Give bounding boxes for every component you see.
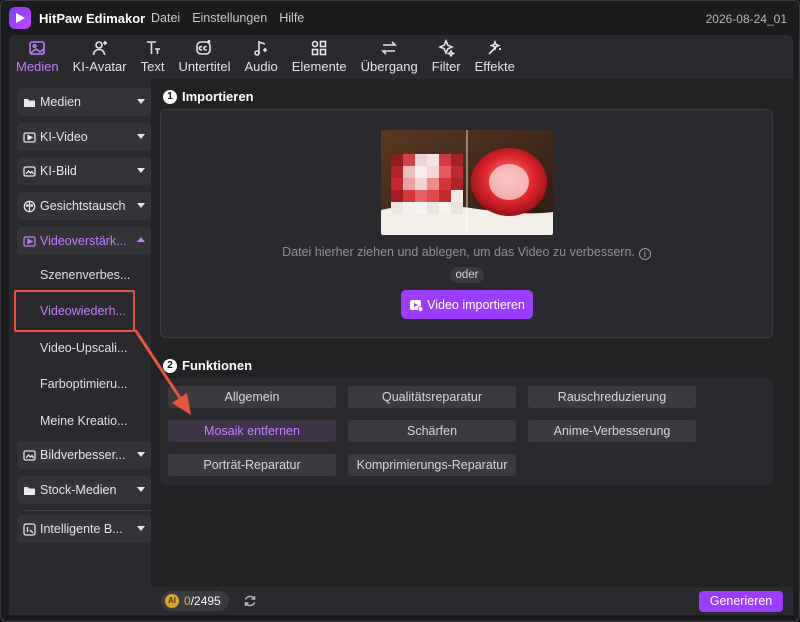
video-enhance-icon [23,235,36,247]
function-anime-enhance[interactable]: Anime-Verbesserung [528,420,696,442]
sidebar-item-video-enhancer[interactable]: Videoverstärk... [17,227,152,255]
face-swap-icon [23,200,36,212]
menu-help[interactable]: Hilfe [279,11,304,25]
sidebar-item-stock-media[interactable]: Stock-Medien [17,476,152,504]
title-bar: HitPaw Edimakor Datei Einstellungen Hilf… [1,1,799,35]
chevron-up-icon [137,237,145,242]
tab-transition[interactable]: Übergang [354,35,425,79]
step-badge: 2 [163,358,177,373]
subtitle-icon [196,40,212,55]
import-video-icon [410,299,424,312]
ai-image-icon [23,165,36,177]
text-icon [146,41,160,54]
main-toolbar: Medien KI-Avatar Text Untertitel Audio E… [9,35,793,79]
sidebar-item-media[interactable]: Medien [17,88,152,116]
function-mosaic-removal[interactable]: Mosaik entfernen [168,420,336,442]
tab-elements[interactable]: Elemente [285,35,354,79]
menu-file[interactable]: Datei [151,11,180,25]
tab-ai-avatar[interactable]: KI-Avatar [66,35,134,79]
audio-icon [254,40,268,56]
import-video-button[interactable]: Video importieren [401,290,533,319]
drop-hint: Datei hierher ziehen und ablegen, um das… [161,245,772,260]
function-quality-repair[interactable]: Qualitätsreparatur [348,386,516,408]
sidebar-sub-scene-enhance[interactable]: Szenenverbes... [40,268,130,282]
filter-icon [438,39,456,57]
function-general[interactable]: Allgemein [168,386,336,408]
chevron-down-icon [137,526,145,531]
menu-settings[interactable]: Einstellungen [192,11,267,25]
tab-audio[interactable]: Audio [237,35,284,79]
project-name: 2026-08-24_01 [705,12,787,26]
refresh-icon[interactable] [243,594,257,608]
step-badge: 1 [163,89,177,104]
function-compression-repair[interactable]: Komprimierungs-Reparatur [348,454,516,476]
smart-cutout-icon [23,522,36,536]
preview-image [381,130,553,235]
bottom-bar: AI 0/2495 Generieren [151,587,793,615]
or-label: oder [450,267,484,283]
chevron-down-icon [137,99,145,104]
sidebar-sub-my-creations[interactable]: Meine Kreatio... [40,414,128,428]
functions-panel: Allgemein Qualitätsreparatur Rauschreduz… [160,378,773,485]
ai-video-icon [23,131,36,143]
chevron-down-icon [137,203,145,208]
functions-section-title: 2 Funktionen [163,358,252,373]
sidebar-item-ai-image[interactable]: KI-Bild [17,157,152,185]
tab-effects[interactable]: Effekte [468,35,522,79]
sidebar-sub-color-optimize[interactable]: Farboptimieru... [40,377,128,391]
sidebar-item-image-enhancer[interactable]: Bildverbesser... [17,441,152,469]
sidebar-item-smart-cutout[interactable]: Intelligente B... [17,515,152,543]
import-dropzone[interactable]: Datei hierher ziehen und ablegen, um das… [160,109,773,338]
sidebar-item-face-swap[interactable]: Gesichtstausch [17,192,152,220]
tab-filter[interactable]: Filter [425,35,468,79]
tab-media[interactable]: Medien [9,35,66,79]
chevron-down-icon [137,168,145,173]
sidebar-item-ai-video[interactable]: KI-Video [17,123,152,151]
function-sharpen[interactable]: Schärfen [348,420,516,442]
sidebar: Medien KI-Video KI-Bild Gesichtstausch V… [9,79,152,615]
coin-icon: AI [165,594,179,608]
stock-media-icon [24,486,35,495]
main-panel: 1 Importieren Datei hierher ziehen und a… [151,79,793,615]
folder-icon [24,98,35,107]
info-icon[interactable]: i [638,248,651,260]
media-icon [29,41,46,55]
transition-icon [381,41,398,55]
sidebar-divider [25,510,152,511]
image-enhance-icon [23,449,36,461]
app-window: HitPaw Edimakor Datei Einstellungen Hilf… [0,0,800,622]
effects-icon [488,39,501,55]
elements-icon [311,40,327,56]
annotation-highlight-box [14,290,135,332]
function-portrait-repair[interactable]: Porträt-Reparatur [168,454,336,476]
app-logo [9,7,31,29]
import-section-title: 1 Importieren [163,89,254,104]
sidebar-sub-video-upscale[interactable]: Video-Upscali... [40,341,127,355]
tab-text[interactable]: Text [134,35,172,79]
generate-button[interactable]: Generieren [699,591,783,612]
chevron-down-icon [137,452,145,457]
app-name: HitPaw Edimakor [39,11,146,26]
function-noise-reduction[interactable]: Rauschreduzierung [528,386,696,408]
chevron-down-icon [137,134,145,139]
tab-subtitles[interactable]: Untertitel [171,35,237,79]
credits-counter: AI 0/2495 [161,591,229,611]
menu-bar: Datei Einstellungen Hilfe [151,11,304,25]
avatar-icon [92,41,107,56]
chevron-down-icon [137,487,145,492]
